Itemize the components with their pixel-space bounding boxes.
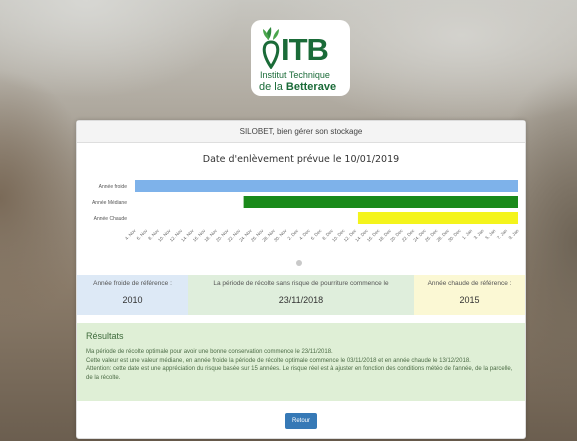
pagination-dot[interactable]	[296, 260, 302, 266]
hot-year-box: Année chaude de référence : 2015	[414, 275, 525, 315]
logo-subtitle: Institut Technique	[260, 70, 330, 80]
x-tick-label: 7. Jan	[496, 228, 509, 241]
harvest-period-chart: Année froide Année Médiane Année Chaude 4. …	[92, 180, 520, 243]
chart-title: Date d'enlèvement prévue le 10/01/2019	[202, 154, 400, 165]
cold-year-value: 2010	[122, 295, 143, 305]
panel-header: SILOBET, bien gérer son stockage	[77, 121, 525, 143]
logo-subtitle-prefix: de la	[259, 81, 283, 93]
x-tick-label: 30. Nov	[273, 228, 288, 243]
x-tick-label: 6. Dec	[310, 228, 323, 241]
results-section: Résultats Ma période de récolte optimale…	[77, 323, 525, 401]
results-title: Résultats	[86, 331, 124, 341]
x-tick-label: 3. Jan	[473, 228, 486, 241]
x-tick-label: 2. Dec	[286, 228, 299, 241]
x-tick-label: 4. Dec	[298, 228, 311, 241]
results-text: Ma période de récolte optimale pour avoi…	[86, 348, 516, 382]
hot-year-value: 2015	[459, 295, 480, 305]
bar-cold-year	[135, 180, 518, 192]
results-line-2: Cette valeur est une valeur médiane, en …	[86, 357, 471, 364]
summary-boxes: Année froide de référence : 2010 La péri…	[77, 275, 525, 315]
harvest-start-label: La période de récolte sans risque de pou…	[213, 280, 389, 287]
x-tick-label: 1. Jan	[461, 228, 474, 241]
x-tick-label: 5. Jan	[484, 228, 497, 241]
cold-year-label: Année froide de référence :	[93, 280, 172, 287]
results-line-1: Ma période de récolte optimale pour avoi…	[86, 349, 333, 355]
cold-year-box: Année froide de référence : 2010	[77, 275, 188, 315]
main-panel: SILOBET, bien gérer son stockage Date d'…	[76, 120, 526, 439]
itb-logo: ITB Institut Technique de la Betterave	[251, 20, 350, 96]
category-label: Année Chaude	[94, 216, 128, 222]
results-line-3: Attention: cette date est une appréciati…	[86, 366, 513, 381]
category-label: Année froide	[99, 184, 128, 190]
x-tick-label: 4. Nov	[124, 228, 137, 241]
x-tick-label: 9. Jan	[507, 228, 520, 241]
logo-title: ITB	[281, 32, 329, 67]
hot-year-label: Année chaude de référence :	[427, 280, 512, 287]
x-tick-label: 30. Dec	[447, 228, 462, 243]
harvest-start-value: 23/11/2018	[278, 295, 324, 305]
x-tick-label: 6. Nov	[136, 228, 149, 241]
logo-subtitle-bold: Betterave	[285, 81, 337, 93]
retour-button[interactable]: Retour	[285, 413, 317, 429]
category-label: Année Médiane	[92, 200, 127, 206]
harvest-start-box: La période de récolte sans risque de pou…	[188, 275, 414, 315]
logo-subtitle-2: de la Betterave	[259, 81, 336, 93]
bar-hot-year	[357, 212, 518, 224]
bar-median-year	[243, 196, 518, 208]
